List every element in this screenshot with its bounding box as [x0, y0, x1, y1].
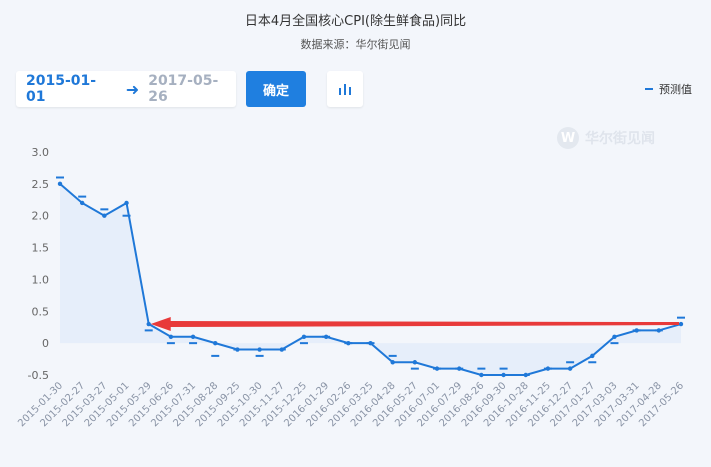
- data-point[interactable]: [368, 340, 373, 346]
- data-point[interactable]: [434, 366, 440, 371]
- data-point[interactable]: [479, 372, 484, 378]
- data-point[interactable]: [168, 334, 174, 339]
- data-point[interactable]: [57, 181, 63, 187]
- data-point[interactable]: [279, 347, 284, 352]
- data-point[interactable]: [79, 200, 85, 206]
- y-tick-label: 2.0: [32, 210, 50, 223]
- data-point[interactable]: [656, 328, 662, 333]
- data-point[interactable]: [501, 372, 506, 378]
- data-point[interactable]: [257, 347, 262, 352]
- y-tick-label: 2.5: [32, 178, 50, 191]
- data-point[interactable]: [323, 334, 329, 339]
- data-point[interactable]: [590, 353, 595, 359]
- x-axis: 2015-01-302015-02-272015-03-272015-05-01…: [16, 380, 686, 429]
- annotation-arrow: [150, 317, 679, 332]
- data-point[interactable]: [678, 321, 684, 327]
- data-point[interactable]: [102, 213, 107, 218]
- y-tick-label: 0.5: [32, 305, 50, 318]
- data-point[interactable]: [545, 366, 551, 371]
- data-point[interactable]: [390, 360, 395, 365]
- y-tick-label: 1.5: [32, 242, 50, 255]
- y-tick-label: 1.0: [32, 273, 50, 286]
- annotation-arrow-shape: [150, 317, 679, 332]
- data-point[interactable]: [457, 366, 462, 371]
- area-fill: [60, 183, 681, 375]
- y-axis: 3.0 2.5 2.0 1.5 1.0 0.5 0 -0.5: [28, 146, 49, 382]
- data-point[interactable]: [612, 334, 617, 339]
- y-tick-label: -0.5: [28, 369, 49, 382]
- data-point[interactable]: [124, 200, 129, 206]
- data-point[interactable]: [301, 334, 307, 339]
- data-point[interactable]: [213, 340, 218, 346]
- data-point[interactable]: [412, 360, 418, 365]
- data-point[interactable]: [634, 328, 639, 333]
- data-point[interactable]: [523, 372, 528, 378]
- data-point[interactable]: [190, 334, 196, 339]
- y-tick-label: 3.0: [32, 146, 50, 159]
- line-chart: 3.0 2.5 2.0 1.5 1.0 0.5 0 -0.5 2015-01-302015-0…: [16, 146, 686, 429]
- data-point[interactable]: [146, 321, 151, 327]
- data-point[interactable]: [346, 340, 351, 346]
- data-point[interactable]: [567, 366, 573, 371]
- y-tick-label: 0: [42, 337, 49, 350]
- data-point[interactable]: [235, 347, 240, 352]
